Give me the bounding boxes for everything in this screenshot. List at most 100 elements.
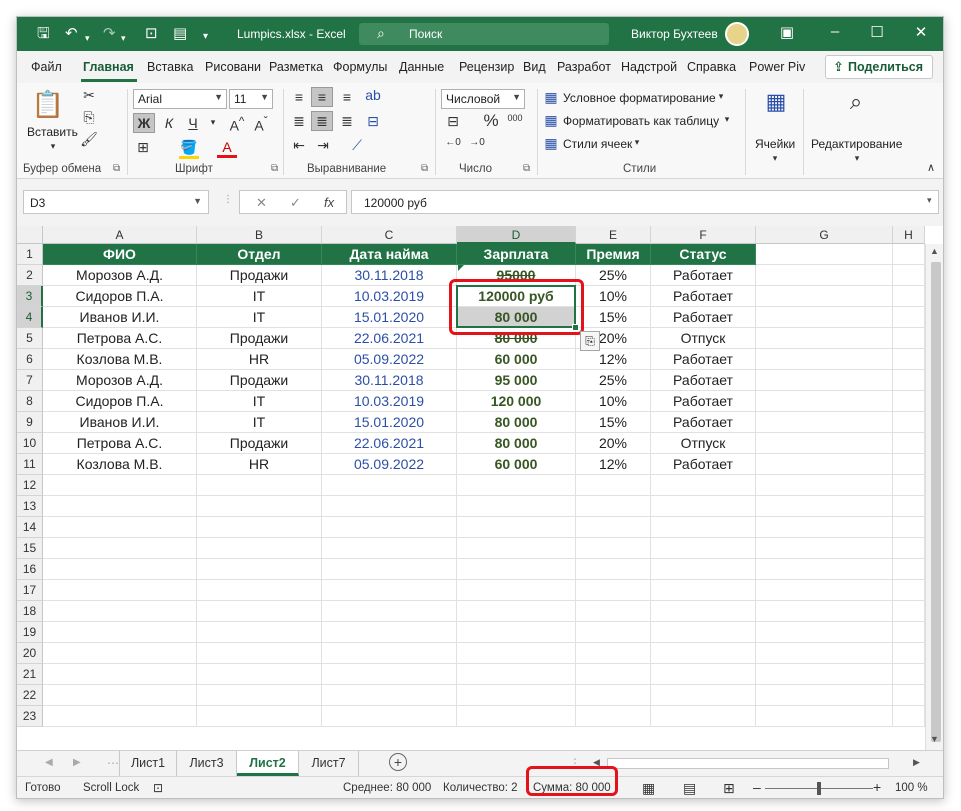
row-header[interactable]: 17	[17, 580, 43, 601]
row-header[interactable]: 5	[17, 328, 43, 349]
cell-d10[interactable]: 80 000	[457, 433, 576, 454]
cell-b20[interactable]	[197, 643, 322, 664]
cell-f14[interactable]	[651, 517, 756, 538]
vertical-scrollbar[interactable]: ▲ ▼	[925, 244, 943, 750]
cell-h1[interactable]	[893, 244, 925, 265]
search-box[interactable]: ⌕ Поиск	[359, 23, 609, 45]
row-header[interactable]: 15	[17, 538, 43, 559]
print-preview-icon[interactable]: ▤	[173, 25, 187, 43]
cell-g20[interactable]	[756, 643, 893, 664]
cell-f17[interactable]	[651, 580, 756, 601]
cell-c10[interactable]: 22.06.2021	[322, 433, 457, 454]
cell-e11[interactable]: 12%	[576, 454, 651, 475]
cell-g6[interactable]	[756, 349, 893, 370]
cell-g5[interactable]	[756, 328, 893, 349]
tab-addins[interactable]: Надстрой	[621, 60, 677, 74]
cell-b13[interactable]	[197, 496, 322, 517]
cell-h14[interactable]	[893, 517, 925, 538]
cell-h10[interactable]	[893, 433, 925, 454]
copy-icon[interactable]: ⎘	[79, 109, 99, 126]
column-header-e[interactable]: E	[576, 226, 651, 244]
cell-h11[interactable]	[893, 454, 925, 475]
sheet-tab-7[interactable]: Лист7	[299, 751, 359, 776]
cell-g13[interactable]	[756, 496, 893, 517]
cell-a2[interactable]: Морозов А.Д.	[43, 265, 197, 286]
undo-dropdown-icon[interactable]: ▾	[85, 29, 90, 47]
cell-g18[interactable]	[756, 601, 893, 622]
paste-dropdown-icon[interactable]: ▾	[43, 141, 63, 152]
row-header[interactable]: 7	[17, 370, 43, 391]
column-header-a[interactable]: A	[43, 226, 197, 244]
tab-review[interactable]: Рецензир	[459, 60, 514, 74]
grow-font-icon[interactable]: A^	[227, 115, 247, 134]
cell-a3[interactable]: Сидоров П.А.	[43, 286, 197, 307]
zoom-in-icon[interactable]: +	[873, 779, 881, 795]
tab-developer[interactable]: Разработ	[557, 60, 611, 74]
avatar[interactable]	[725, 22, 749, 46]
paste-label[interactable]: Вставить	[27, 125, 78, 139]
increase-indent-icon[interactable]: ⇥	[313, 137, 333, 154]
chevron-down-icon[interactable]: ▾	[847, 153, 867, 164]
clipboard-icon[interactable]: 📋	[31, 89, 65, 120]
cell-e19[interactable]	[576, 622, 651, 643]
cell-c7[interactable]: 30.11.2018	[322, 370, 457, 391]
cell-f23[interactable]	[651, 706, 756, 727]
cell-g4[interactable]	[756, 307, 893, 328]
cell-e23[interactable]	[576, 706, 651, 727]
cell-a7[interactable]: Морозов А.Д.	[43, 370, 197, 391]
column-header-c[interactable]: C	[322, 226, 457, 244]
cell-f3[interactable]: Работает	[651, 286, 756, 307]
cell-h3[interactable]	[893, 286, 925, 307]
cell-b16[interactable]	[197, 559, 322, 580]
ribbon-display-icon[interactable]: ▣	[777, 23, 797, 41]
cell-a10[interactable]: Петрова А.С.	[43, 433, 197, 454]
cell-styles-icon[interactable]: ▦	[541, 135, 561, 152]
cell-e16[interactable]	[576, 559, 651, 580]
cell-d6[interactable]: 60 000	[457, 349, 576, 370]
chevron-down-icon[interactable]: ▾	[711, 91, 731, 102]
user-name[interactable]: Виктор Бухтеев	[631, 27, 718, 41]
orientation-icon[interactable]: ⟋	[347, 137, 367, 154]
cell-h6[interactable]	[893, 349, 925, 370]
cell-f9[interactable]: Работает	[651, 412, 756, 433]
column-header-f[interactable]: F	[651, 226, 756, 244]
cell-d19[interactable]	[457, 622, 576, 643]
cell-h5[interactable]	[893, 328, 925, 349]
prev-sheet-icon[interactable]: ◀	[45, 757, 53, 768]
zoom-slider-thumb[interactable]	[817, 782, 821, 795]
accessibility-icon[interactable]: ⊡	[153, 781, 163, 795]
cell-d13[interactable]	[457, 496, 576, 517]
cell-e8[interactable]: 10%	[576, 391, 651, 412]
cell-c6[interactable]: 05.09.2022	[322, 349, 457, 370]
cell-a9[interactable]: Иванов И.И.	[43, 412, 197, 433]
tab-help[interactable]: Справка	[687, 60, 736, 74]
cell-e14[interactable]	[576, 517, 651, 538]
cell-h23[interactable]	[893, 706, 925, 727]
cell-e4[interactable]: 15%	[576, 307, 651, 328]
row-header[interactable]: 11	[17, 454, 43, 475]
cell-h18[interactable]	[893, 601, 925, 622]
cell-f20[interactable]	[651, 643, 756, 664]
scroll-up-icon[interactable]: ▲	[930, 246, 939, 256]
cell-b1[interactable]: Отдел	[197, 244, 322, 265]
tab-page-layout[interactable]: Разметка	[269, 60, 323, 74]
tab-formulas[interactable]: Формулы	[333, 60, 387, 74]
vscroll-thumb[interactable]	[931, 262, 941, 742]
chevron-down-icon[interactable]: ▾	[765, 153, 785, 164]
column-header-d[interactable]: D	[457, 226, 576, 244]
cell-g1[interactable]	[756, 244, 893, 265]
cell-f6[interactable]: Работает	[651, 349, 756, 370]
cell-e3[interactable]: 10%	[576, 286, 651, 307]
font-size-select[interactable]: 11 ▼	[229, 89, 273, 109]
row-header[interactable]: 8	[17, 391, 43, 412]
enter-icon[interactable]: ✓	[290, 195, 301, 211]
cell-f22[interactable]	[651, 685, 756, 706]
cell-g15[interactable]	[756, 538, 893, 559]
status-count[interactable]: Количество: 2	[443, 782, 518, 794]
cell-e7[interactable]: 25%	[576, 370, 651, 391]
row-header[interactable]: 9	[17, 412, 43, 433]
align-middle-icon[interactable]: ≡	[312, 89, 332, 105]
cell-a19[interactable]	[43, 622, 197, 643]
cell-c13[interactable]	[322, 496, 457, 517]
cancel-icon[interactable]: ✕	[256, 195, 267, 211]
